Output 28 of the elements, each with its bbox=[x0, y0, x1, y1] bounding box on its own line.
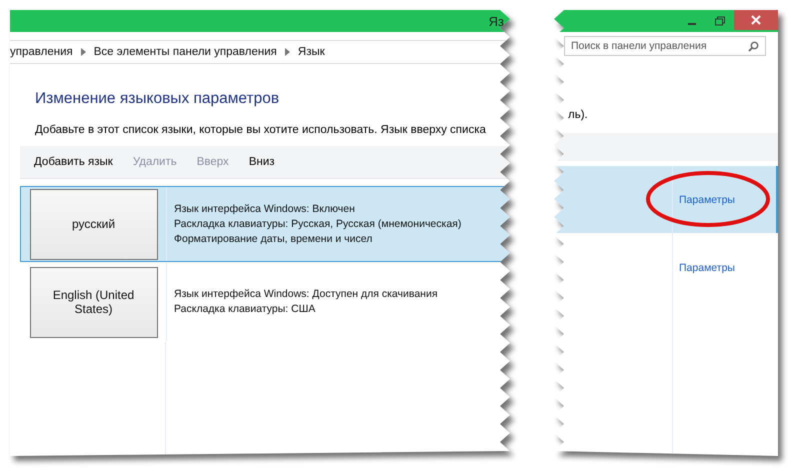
close-icon bbox=[751, 15, 761, 25]
language-button[interactable]: English (United States) bbox=[30, 266, 158, 338]
options-link[interactable]: Параметры bbox=[679, 262, 735, 274]
description-text: Добавьте в этот список языки, которые вы хотите использовать. Язык вверху списка bbox=[35, 124, 487, 136]
language-detail: Раскладка клавиатуры: Русская, Русская (мнемоническая) bbox=[174, 216, 462, 232]
breadcrumb-item[interactable]: Язык bbox=[298, 46, 325, 58]
language-button[interactable]: русский bbox=[30, 188, 158, 260]
window-title: Яз bbox=[488, 14, 505, 28]
language-row[interactable]: русский Язык интерфейса Windows: Включен Раскладка клавиатуры: Русская, Русская (мнемоническая) Форматирование даты, времени и чисел bbox=[20, 186, 510, 262]
search-field[interactable]: Поиск в панели управления bbox=[564, 36, 766, 56]
language-detail: Язык интерфейса Windows: Доступен для скачивания bbox=[174, 287, 438, 302]
page-heading: Изменение языковых параметров bbox=[35, 90, 280, 108]
close-button[interactable] bbox=[734, 10, 778, 30]
language-detail: Язык интерфейса Windows: Включен bbox=[174, 202, 356, 216]
toolbar-button[interactable]: Вниз bbox=[248, 156, 275, 168]
options-link[interactable]: Параметры bbox=[679, 194, 735, 206]
toolbar-button[interactable]: Добавить язык bbox=[34, 156, 113, 168]
description-text: ль). bbox=[568, 109, 588, 121]
language-detail: Раскладка клавиатуры: США bbox=[174, 302, 316, 317]
breadcrumb-item[interactable]: управления bbox=[10, 46, 73, 58]
breadcrumb-arrow-icon[interactable] bbox=[80, 48, 86, 56]
minimize-icon bbox=[688, 23, 696, 25]
breadcrumb-arrow-icon[interactable] bbox=[284, 48, 290, 56]
language-row[interactable]: Параметры bbox=[554, 166, 778, 233]
restore-icon bbox=[715, 16, 725, 26]
breadcrumb-item[interactable]: Все элементы панели управления bbox=[94, 46, 277, 58]
search-icon bbox=[748, 40, 759, 52]
language-detail: Форматирование даты, времени и чисел bbox=[174, 232, 374, 246]
